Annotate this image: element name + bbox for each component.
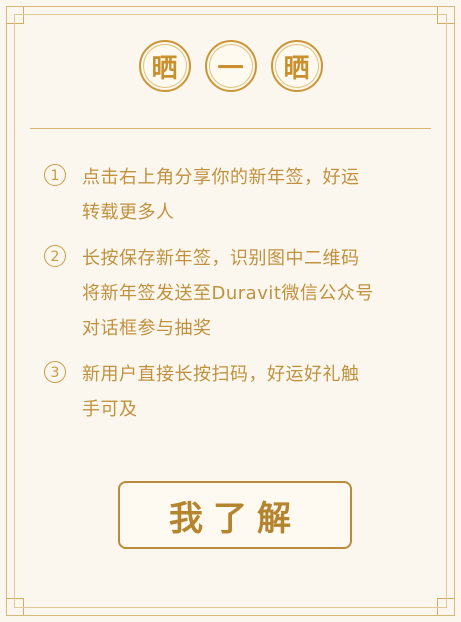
step-text: 点击右上角分享你的新年签，好运 转载更多人 bbox=[82, 167, 360, 223]
step-number: 2 bbox=[44, 245, 66, 267]
list-item: 2 长按保存新年签，识别图中二维码 将新年签发送至Duravit微信公众号 对话… bbox=[44, 241, 421, 346]
step-number: 1 bbox=[44, 164, 66, 186]
instruction-card: 晒 一 晒 1 点击右上角分享你的新年签，好运 转载更多人 2 长按保存新年签，… bbox=[0, 0, 461, 622]
title-char: 晒 bbox=[270, 40, 323, 92]
step-text: 新用户直接长按扫码，好运好礼触 手可及 bbox=[82, 364, 360, 420]
page-title: 晒 一 晒 bbox=[0, 40, 461, 92]
step-list: 1 点击右上角分享你的新年签，好运 转载更多人 2 长按保存新年签，识别图中二维… bbox=[44, 160, 421, 438]
title-char: 一 bbox=[204, 40, 257, 92]
step-text: 长按保存新年签，识别图中二维码 将新年签发送至Duravit微信公众号 对话框参… bbox=[82, 248, 374, 339]
step-number: 3 bbox=[44, 361, 66, 383]
list-item: 1 点击右上角分享你的新年签，好运 转载更多人 bbox=[44, 160, 421, 230]
understand-button[interactable]: 我了解 bbox=[118, 481, 352, 549]
divider bbox=[30, 128, 431, 129]
list-item: 3 新用户直接长按扫码，好运好礼触 手可及 bbox=[44, 357, 421, 427]
title-char: 晒 bbox=[138, 40, 191, 92]
